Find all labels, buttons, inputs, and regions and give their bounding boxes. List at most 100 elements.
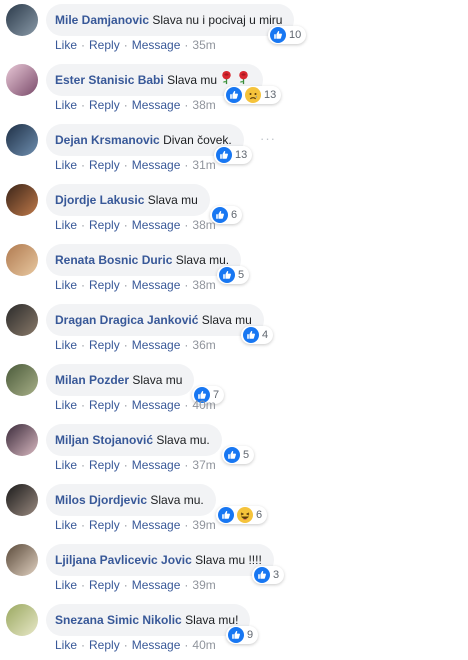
comment-author[interactable]: Dejan Krsmanovic — [55, 133, 160, 147]
avatar[interactable] — [6, 124, 38, 156]
comment-timestamp[interactable]: 40m — [192, 638, 215, 652]
reply-link[interactable]: Reply — [89, 278, 120, 292]
separator-dot: · — [184, 218, 189, 232]
message-link[interactable]: Message — [132, 458, 181, 472]
comment-timestamp[interactable]: 40m — [192, 398, 215, 412]
comment-bubble: Mile Damjanovic Slava nu i pocivaj u mir… — [46, 4, 295, 36]
comment-actions: Like · Reply · Message · 38m — [55, 218, 216, 232]
reactions-badge[interactable]: 5 — [222, 446, 255, 464]
separator-dot: · — [123, 338, 128, 352]
like-link[interactable]: Like — [55, 158, 77, 172]
reply-link[interactable]: Reply — [89, 158, 120, 172]
reply-link[interactable]: Reply — [89, 38, 120, 52]
reactions-badge[interactable]: 9 — [226, 626, 259, 644]
reaction-count: 5 — [243, 449, 250, 461]
haha-reaction-icon — [237, 507, 253, 523]
message-link[interactable]: Message — [132, 278, 181, 292]
comment-timestamp[interactable]: 37m — [192, 458, 215, 472]
sad-reaction-icon — [245, 87, 261, 103]
reactions-badge[interactable]: 6 — [216, 506, 268, 524]
comment-author[interactable]: Dragan Dragica Janković — [55, 313, 198, 327]
separator-dot: · — [81, 578, 86, 592]
avatar[interactable] — [6, 424, 38, 456]
message-link[interactable]: Message — [132, 638, 181, 652]
separator-dot: · — [123, 158, 128, 172]
like-link[interactable]: Like — [55, 218, 77, 232]
comment-item: Milos Djordjevic Slava mu. 6 Like · Reply · Me… — [0, 480, 468, 540]
message-link[interactable]: Message — [132, 578, 181, 592]
avatar[interactable] — [6, 364, 38, 396]
comment-bubble: Milos Djordjevic Slava mu. — [46, 484, 216, 516]
comment-item: Mile Damjanovic Slava nu i pocivaj u mir… — [0, 0, 468, 60]
comment-actions: Like · Reply · Message · 38m — [55, 278, 216, 292]
separator-dot: · — [123, 578, 128, 592]
comment-author[interactable]: Djordje Lakusic — [55, 193, 144, 207]
reactions-badge[interactable]: 3 — [252, 566, 285, 584]
avatar[interactable] — [6, 304, 38, 336]
like-link[interactable]: Like — [55, 278, 77, 292]
like-reaction-icon — [270, 27, 286, 43]
comment-author[interactable]: Snezana Simic Nikolic — [55, 613, 182, 627]
comment-timestamp[interactable]: 36m — [192, 338, 215, 352]
reply-link[interactable]: Reply — [89, 458, 120, 472]
avatar[interactable] — [6, 4, 38, 36]
comment-timestamp[interactable]: 38m — [192, 278, 215, 292]
like-link[interactable]: Like — [55, 638, 77, 652]
like-link[interactable]: Like — [55, 338, 77, 352]
avatar[interactable] — [6, 184, 38, 216]
comment-author[interactable]: Ljiljana Pavlicevic Jovic — [55, 553, 192, 567]
comment-timestamp[interactable]: 35m — [192, 38, 215, 52]
like-reaction-icon — [219, 267, 235, 283]
like-link[interactable]: Like — [55, 458, 77, 472]
reactions-badge[interactable]: 5 — [217, 266, 250, 284]
reply-link[interactable]: Reply — [89, 98, 120, 112]
reactions-badge[interactable]: 13 — [224, 86, 282, 104]
reactions-badge[interactable]: 13 — [214, 146, 253, 164]
comment-timestamp[interactable]: 39m — [192, 578, 215, 592]
like-link[interactable]: Like — [55, 518, 77, 532]
comment-timestamp[interactable]: 39m — [192, 518, 215, 532]
comment-item: Dragan Dragica Janković Slava mu 4 Like · Re… — [0, 300, 468, 360]
comment-author[interactable]: Renata Bosnic Duric — [55, 253, 172, 267]
comment-timestamp[interactable]: 38m — [192, 218, 215, 232]
reply-link[interactable]: Reply — [89, 398, 120, 412]
comment-author[interactable]: Mile Damjanovic — [55, 13, 149, 27]
reply-link[interactable]: Reply — [89, 338, 120, 352]
message-link[interactable]: Message — [132, 338, 181, 352]
message-link[interactable]: Message — [132, 38, 181, 52]
more-options-icon[interactable]: ··· — [260, 131, 276, 146]
avatar[interactable] — [6, 244, 38, 276]
like-link[interactable]: Like — [55, 578, 77, 592]
comment-author[interactable]: Milos Djordjevic — [55, 493, 147, 507]
avatar[interactable] — [6, 484, 38, 516]
comment-timestamp[interactable]: 38m — [192, 98, 215, 112]
reactions-badge[interactable]: 10 — [268, 26, 307, 44]
comment-author[interactable]: Miljan Stojanović — [55, 433, 153, 447]
reactions-badge[interactable]: 4 — [241, 326, 274, 344]
comment-author[interactable]: Milan Pozder — [55, 373, 129, 387]
message-link[interactable]: Message — [132, 518, 181, 532]
like-link[interactable]: Like — [55, 38, 77, 52]
reply-link[interactable]: Reply — [89, 578, 120, 592]
like-link[interactable]: Like — [55, 398, 77, 412]
avatar[interactable] — [6, 64, 38, 96]
message-link[interactable]: Message — [132, 218, 181, 232]
avatar[interactable] — [6, 604, 38, 636]
message-link[interactable]: Message — [132, 398, 181, 412]
reply-link[interactable]: Reply — [89, 218, 120, 232]
reaction-count: 5 — [238, 269, 245, 281]
like-link[interactable]: Like — [55, 98, 77, 112]
comment-author[interactable]: Ester Stanisic Babi — [55, 73, 164, 87]
reply-link[interactable]: Reply — [89, 518, 120, 532]
comment-item: Miljan Stojanović Slava mu. 5 Like · Reply · M… — [0, 420, 468, 480]
message-link[interactable]: Message — [132, 98, 181, 112]
comment-text: Slava mu — [147, 193, 198, 207]
avatar[interactable] — [6, 544, 38, 576]
comment-item: Dejan Krsmanovic Divan čovek. ··· 13 Like · R… — [0, 120, 468, 180]
message-link[interactable]: Message — [132, 158, 181, 172]
reply-link[interactable]: Reply — [89, 638, 120, 652]
comment-timestamp[interactable]: 31m — [192, 158, 215, 172]
comment-text: Slava mu — [132, 373, 183, 387]
comment-actions: Like · Reply · Message · 36m — [55, 338, 216, 352]
like-reaction-icon — [254, 567, 270, 583]
